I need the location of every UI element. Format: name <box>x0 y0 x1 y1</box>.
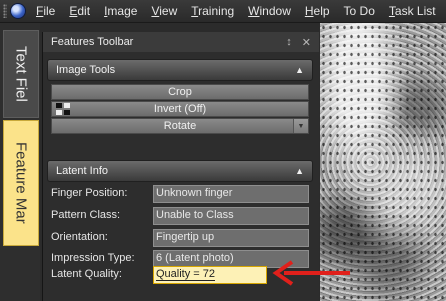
toolbar-grip-icon[interactable] <box>3 4 7 18</box>
menu-image[interactable]: Image <box>97 0 144 22</box>
collapse-caret-icon[interactable]: ▲ <box>295 65 304 75</box>
finger-position-row: Finger Position: Unknown finger <box>51 185 313 205</box>
menu-training[interactable]: Training <box>184 0 241 22</box>
menu-help[interactable]: Help <box>298 0 337 22</box>
crop-label: Crop <box>168 86 192 98</box>
pattern-class-field[interactable]: Unable to Class <box>153 207 309 225</box>
collapse-caret-icon[interactable]: ▲ <box>295 166 304 176</box>
tab-feature-mark-label: Feature Mar <box>12 142 30 224</box>
latent-quality-field[interactable]: Quality = 72 <box>153 266 267 284</box>
crop-button[interactable]: Crop <box>51 84 309 100</box>
orientation-field[interactable]: Fingertip up <box>153 229 309 247</box>
pattern-class-label: Pattern Class: <box>51 209 121 221</box>
tab-feature-mark[interactable]: Feature Mar <box>3 120 39 246</box>
tab-text-file[interactable]: Text Fiel <box>3 30 39 118</box>
pattern-class-row: Pattern Class: Unable to Class <box>51 207 313 227</box>
image-tools-header[interactable]: Image Tools ▲ <box>47 59 313 81</box>
panel-title-bar: Features Toolbar ↕ ✕ <box>43 32 319 52</box>
close-icon[interactable]: ✕ <box>302 36 311 49</box>
menu-bar: File Edit Image View Training Window Hel… <box>0 0 446 23</box>
menu-file[interactable]: File <box>29 0 62 22</box>
rotate-dropdown-arrow-icon[interactable]: ▼ <box>293 119 308 133</box>
latent-info-title: Latent Info <box>56 165 108 177</box>
invert-icon <box>56 103 70 115</box>
orientation-row: Orientation: Fingertip up <box>51 229 313 249</box>
pin-icon[interactable]: ↕ <box>286 36 292 48</box>
menu-window[interactable]: Window <box>241 0 298 22</box>
side-tab-strip: Text Fiel Feature Mar <box>0 23 40 301</box>
finger-position-field[interactable]: Unknown finger <box>153 185 309 203</box>
app-logo-icon[interactable] <box>11 4 25 18</box>
finger-position-label: Finger Position: <box>51 187 128 199</box>
latent-quality-value: Quality = 72 <box>156 268 216 281</box>
rotate-label: Rotate <box>163 120 197 132</box>
menu-view[interactable]: View <box>144 0 184 22</box>
menu-edit[interactable]: Edit <box>62 0 97 22</box>
rotate-button[interactable]: Rotate ▼ <box>51 118 309 134</box>
latent-quality-label: Latent Quality: <box>51 268 122 280</box>
invert-label: Invert (Off) <box>153 103 207 115</box>
tab-text-file-label: Text Fiel <box>12 46 30 102</box>
image-tools-title: Image Tools <box>56 64 116 76</box>
menu-todo[interactable]: To Do <box>337 0 382 22</box>
panel-title: Features Toolbar <box>51 36 134 48</box>
latent-info-header[interactable]: Latent Info ▲ <box>47 160 313 182</box>
orientation-label: Orientation: <box>51 231 108 243</box>
menu-task-list[interactable]: Task List <box>382 0 443 22</box>
impression-type-label: Impression Type: <box>51 252 135 264</box>
invert-button[interactable]: Invert (Off) <box>51 101 309 117</box>
annotation-arrow-icon <box>272 260 350 286</box>
